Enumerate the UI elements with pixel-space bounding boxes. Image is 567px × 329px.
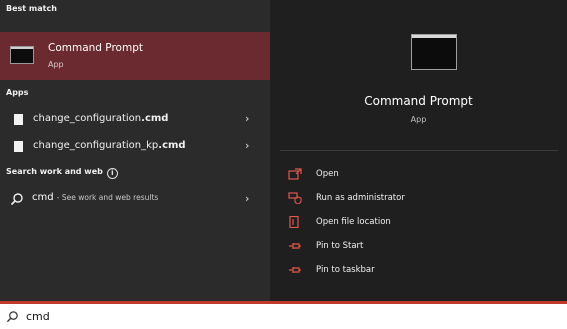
action-pin-to-start[interactable]: Pin to Start <box>288 238 548 256</box>
info-icon[interactable]: i <box>106 168 118 179</box>
preview-pane: Command Prompt App Open Run as administr… <box>270 0 567 303</box>
shield-icon <box>288 192 302 204</box>
best-match-result[interactable]: Command Prompt App <box>0 32 270 80</box>
search-bar[interactable] <box>0 304 567 329</box>
app-result[interactable]: change_configuration_kp.cmd › <box>0 135 270 159</box>
app-result[interactable]: change_configuration.cmd › <box>0 108 270 132</box>
search-icon <box>6 311 18 323</box>
folder-icon <box>289 216 299 228</box>
best-match-label: Best match <box>6 4 57 13</box>
command-prompt-icon <box>411 34 457 70</box>
action-label: Run as administrator <box>316 193 405 203</box>
search-input[interactable] <box>26 307 546 325</box>
app-result-label: change_configuration.cmd <box>33 113 169 124</box>
preview-title: Command Prompt <box>364 94 473 108</box>
action-open[interactable]: Open <box>288 166 548 184</box>
open-icon <box>288 168 302 180</box>
web-search-result[interactable]: cmd - See work and web results › <box>0 188 270 212</box>
divider <box>280 150 558 151</box>
web-search-label: cmd - See work and web results <box>32 192 159 203</box>
best-match-subtitle: App <box>48 60 64 69</box>
pin-icon <box>289 267 301 273</box>
search-icon <box>10 193 23 206</box>
start-search-window: Best match Command Prompt App Apps chang… <box>0 0 567 329</box>
action-label: Open file location <box>316 217 391 227</box>
action-label: Open <box>316 169 339 179</box>
best-match-title: Command Prompt <box>48 42 143 54</box>
app-result-label: change_configuration_kp.cmd <box>33 140 186 151</box>
results-pane: Best match Command Prompt App Apps chang… <box>0 0 270 303</box>
chevron-right-icon[interactable]: › <box>245 139 249 152</box>
search-web-label: Search work and web i <box>6 167 118 179</box>
action-pin-to-taskbar[interactable]: Pin to taskbar <box>288 262 548 280</box>
apps-label: Apps <box>6 88 29 97</box>
action-open-file-location[interactable]: Open file location <box>288 214 548 232</box>
file-icon <box>14 141 23 152</box>
pin-icon <box>289 243 301 249</box>
chevron-right-icon[interactable]: › <box>245 112 249 125</box>
action-run-as-administrator[interactable]: Run as administrator <box>288 190 548 208</box>
preview-subtitle: App <box>410 115 427 124</box>
action-label: Pin to taskbar <box>316 265 375 275</box>
command-prompt-icon <box>10 46 34 64</box>
file-icon <box>14 114 23 125</box>
action-label: Pin to Start <box>316 241 364 251</box>
chevron-right-icon[interactable]: › <box>245 192 249 205</box>
